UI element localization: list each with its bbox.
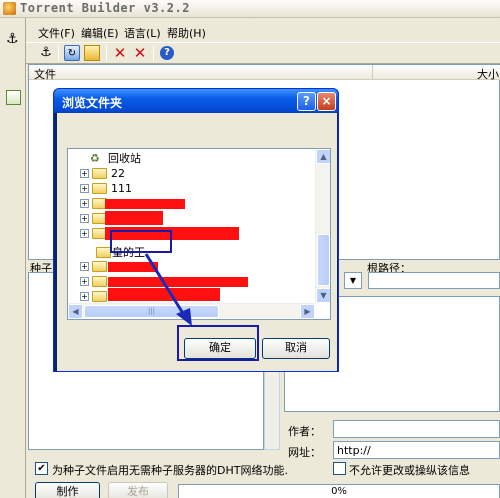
annotation-arrow [144,253,192,326]
